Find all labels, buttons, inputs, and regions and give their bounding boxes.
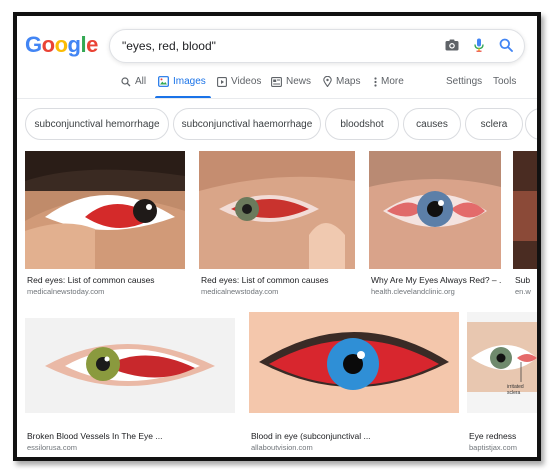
map-pin-icon bbox=[323, 76, 332, 87]
news-icon bbox=[271, 76, 282, 87]
result-title[interactable]: Red eyes: List of common causes bbox=[201, 275, 355, 285]
result-title[interactable]: Sub bbox=[515, 275, 537, 285]
image-icon bbox=[158, 76, 169, 87]
result-title[interactable]: Eye redness bbox=[469, 431, 537, 441]
result-card[interactable]: Why Are My Eyes Always Red? – ... health… bbox=[369, 151, 501, 297]
video-icon bbox=[217, 76, 227, 87]
result-card[interactable]: Blood in eye (subconjunctival ... allabo… bbox=[249, 312, 459, 452]
result-thumbnail[interactable]: irritated sclera bbox=[467, 312, 537, 413]
result-source: allaboutvision.com bbox=[251, 443, 313, 452]
result-title[interactable]: Broken Blood Vessels In The Eye ... bbox=[27, 431, 235, 441]
mic-icon[interactable] bbox=[471, 37, 487, 53]
search-icon[interactable] bbox=[498, 37, 514, 53]
search-tabs: All Images Videos News Maps More Setting… bbox=[17, 74, 537, 99]
result-card[interactable]: Sub en.w bbox=[513, 151, 537, 297]
tab-videos[interactable]: Videos bbox=[217, 76, 261, 87]
result-thumbnail[interactable] bbox=[25, 318, 235, 413]
screenshot-frame: Google "eyes, red, blood" All Images Vid… bbox=[13, 12, 541, 461]
result-card[interactable]: Red eyes: List of common causes medicaln… bbox=[25, 151, 185, 297]
result-thumbnail[interactable] bbox=[249, 312, 459, 413]
chip-subconjunctival-haemorrhage[interactable]: subconjunctival haemorrhage bbox=[173, 108, 321, 140]
result-thumbnail[interactable] bbox=[25, 151, 185, 269]
search-input[interactable]: "eyes, red, blood" bbox=[122, 39, 216, 53]
result-card[interactable]: irritated sclera Eye redness baptistjax.c… bbox=[467, 312, 537, 452]
result-thumbnail[interactable] bbox=[369, 151, 501, 269]
tab-maps[interactable]: Maps bbox=[323, 76, 360, 87]
result-thumbnail[interactable] bbox=[199, 151, 355, 269]
tabs-divider bbox=[17, 98, 537, 99]
result-title[interactable]: Red eyes: List of common causes bbox=[27, 275, 185, 285]
tab-news[interactable]: News bbox=[271, 76, 311, 87]
tab-images[interactable]: Images bbox=[158, 76, 206, 87]
tools-link[interactable]: Tools bbox=[493, 76, 516, 87]
google-logo[interactable]: Google bbox=[25, 32, 98, 58]
diagram-label: irritated sclera bbox=[507, 384, 524, 396]
tab-more[interactable]: More bbox=[374, 76, 404, 87]
chip-partial[interactable] bbox=[525, 108, 537, 140]
related-chips: subconjunctival hemorrhage subconjunctiv… bbox=[25, 108, 537, 140]
result-title[interactable]: Blood in eye (subconjunctival ... bbox=[251, 431, 459, 441]
camera-icon[interactable] bbox=[444, 37, 460, 53]
result-source: essilorusa.com bbox=[27, 443, 78, 452]
result-source: medicalnewstoday.com bbox=[201, 287, 279, 296]
search-box[interactable]: "eyes, red, blood" bbox=[109, 29, 525, 63]
chip-subconjunctival-hemorrhage[interactable]: subconjunctival hemorrhage bbox=[25, 108, 169, 140]
result-source: baptistjax.com bbox=[469, 443, 517, 452]
more-icon bbox=[374, 76, 377, 87]
result-thumbnail[interactable] bbox=[513, 151, 537, 269]
result-card[interactable]: Broken Blood Vessels In The Eye ... essi… bbox=[25, 318, 235, 452]
chip-sclera[interactable]: sclera bbox=[465, 108, 523, 140]
result-title[interactable]: Why Are My Eyes Always Red? – ... bbox=[371, 275, 501, 285]
result-card[interactable]: Red eyes: List of common causes medicaln… bbox=[199, 151, 355, 297]
search-icon bbox=[121, 76, 131, 86]
tab-all[interactable]: All bbox=[121, 76, 146, 87]
result-source: medicalnewstoday.com bbox=[27, 287, 105, 296]
settings-link[interactable]: Settings bbox=[446, 76, 482, 87]
chip-bloodshot[interactable]: bloodshot bbox=[325, 108, 399, 140]
result-source: en.w bbox=[515, 287, 531, 296]
result-source: health.clevelandclinic.org bbox=[371, 287, 455, 296]
chip-causes[interactable]: causes bbox=[403, 108, 461, 140]
